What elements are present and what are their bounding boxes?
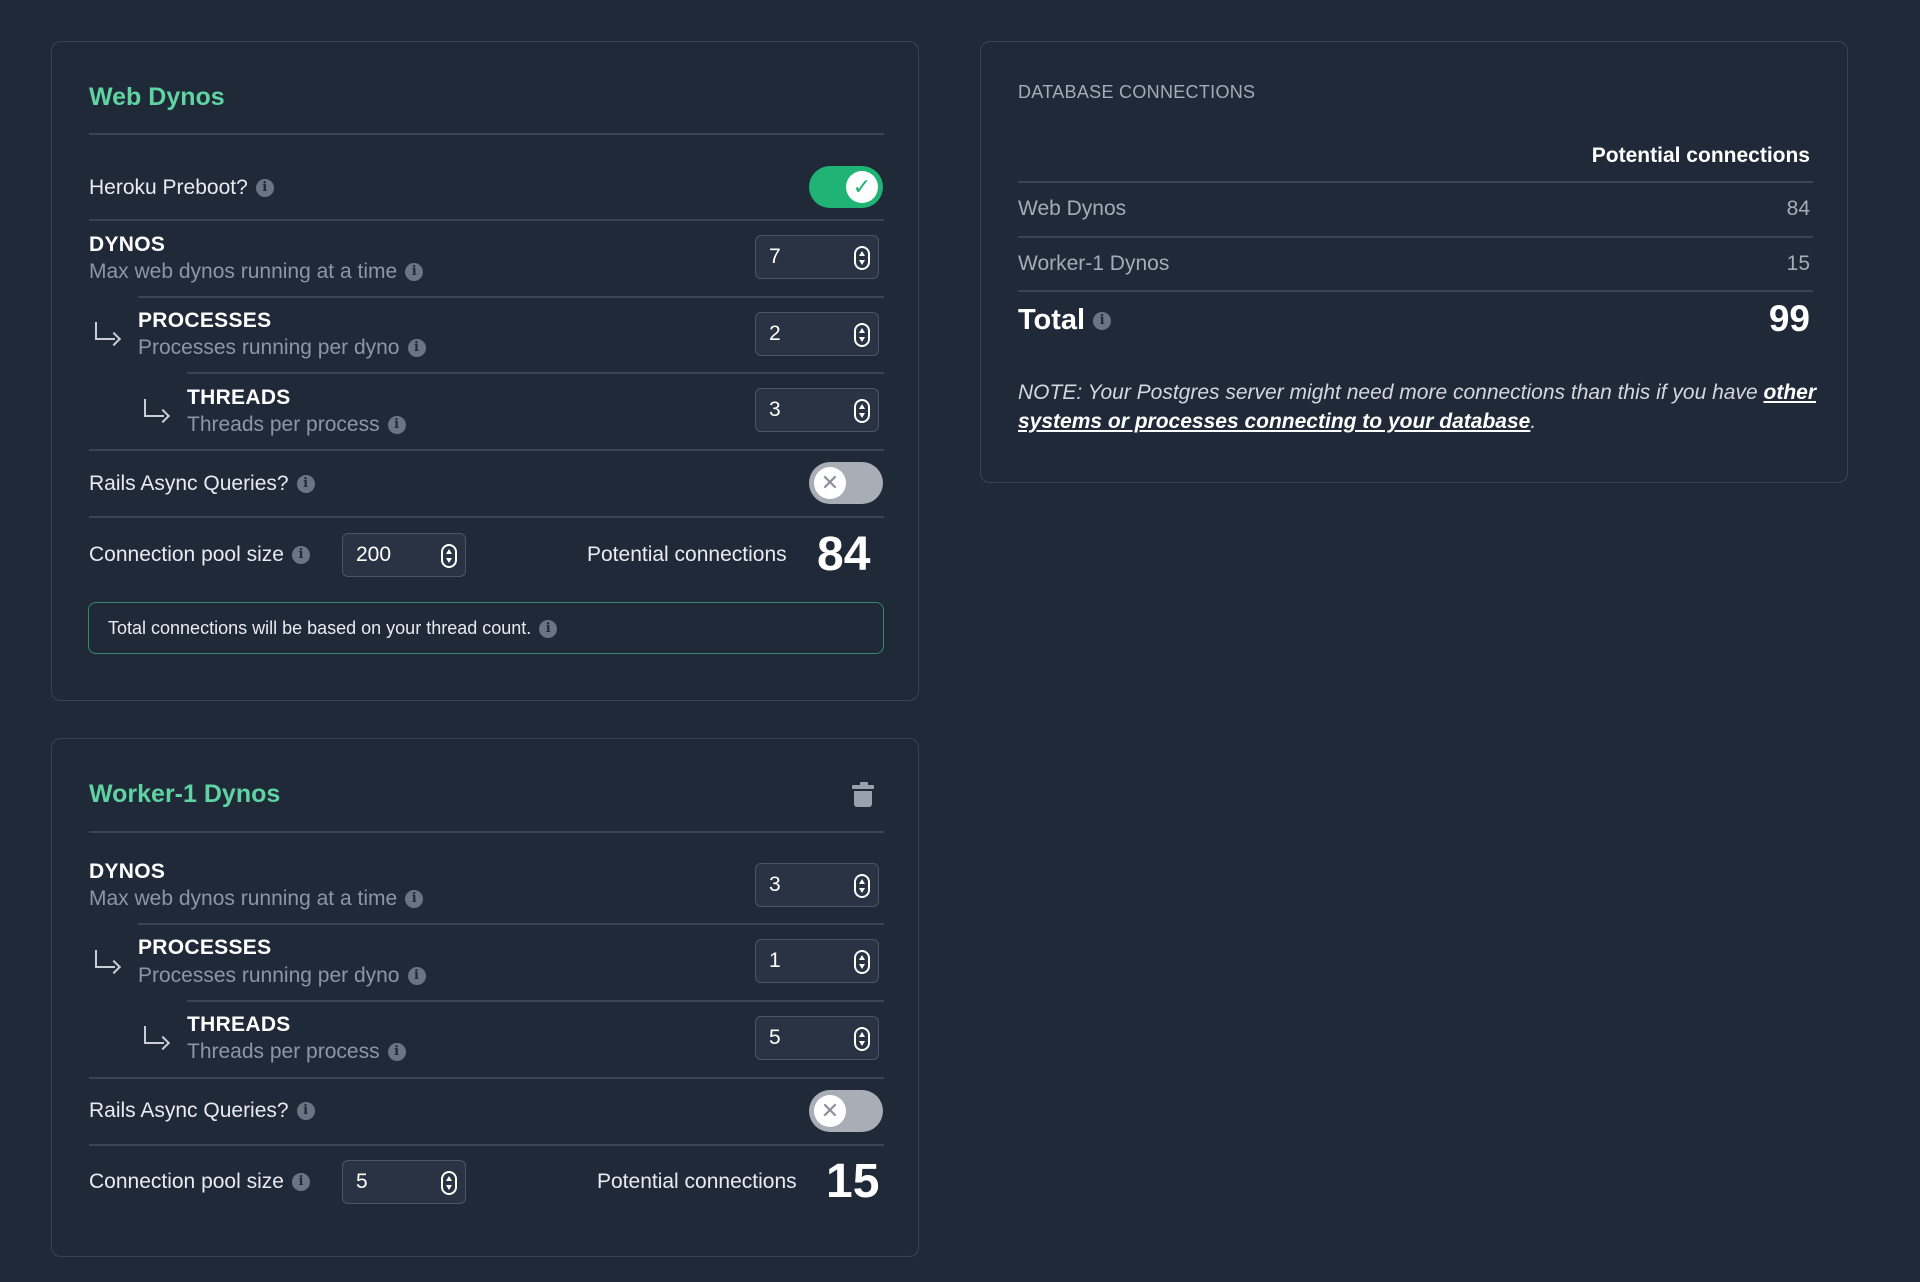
info-icon[interactable]: i xyxy=(291,1173,310,1192)
pool-size-input[interactable]: 200 xyxy=(342,533,466,577)
subitem-arrow-icon xyxy=(144,1026,164,1044)
subitem-arrow-icon xyxy=(144,399,164,417)
info-icon[interactable]: i xyxy=(296,475,315,494)
info-icon[interactable]: i xyxy=(405,263,424,282)
pool-size-input[interactable]: 5 xyxy=(342,1160,466,1204)
preboot-toggle[interactable]: ✓ xyxy=(809,166,883,208)
async-queries-toggle[interactable]: ✕ xyxy=(809,462,883,504)
database-connections-card: DATABASE CONNECTIONS Potential connectio… xyxy=(980,41,1848,483)
subitem-arrow-icon xyxy=(95,950,115,968)
async-queries-label: Rails Async Queries? i xyxy=(89,1099,315,1123)
postgres-note: NOTE: Your Postgres server might need mo… xyxy=(1018,381,1816,433)
dynos-label: DYNOS xyxy=(89,233,166,256)
dynos-sublabel: Max web dynos running at a time i xyxy=(89,260,424,284)
pool-size-label: Connection pool size i xyxy=(89,1170,310,1194)
info-icon[interactable]: i xyxy=(1093,312,1112,331)
check-icon: ✓ xyxy=(846,171,878,203)
stepper-icon[interactable] xyxy=(854,1027,870,1051)
info-icon[interactable]: i xyxy=(407,967,426,986)
potential-connections-column-header: Potential connections xyxy=(1591,144,1810,167)
potential-connections-value: 84 xyxy=(817,528,871,581)
divider xyxy=(1018,181,1813,183)
divider xyxy=(138,296,884,298)
info-icon[interactable]: i xyxy=(407,339,426,358)
close-icon: ✕ xyxy=(814,467,846,499)
database-connections-heading: DATABASE CONNECTIONS xyxy=(1018,82,1256,102)
worker-dynos-row-value: 15 xyxy=(1786,252,1810,275)
total-label: Total i xyxy=(1018,304,1112,337)
stepper-icon[interactable] xyxy=(854,874,870,898)
preboot-label: Heroku Preboot? i xyxy=(89,176,274,200)
divider xyxy=(138,923,884,925)
web-dynos-row-name: Web Dynos xyxy=(1018,197,1127,220)
stepper-icon[interactable] xyxy=(854,246,870,270)
async-queries-toggle[interactable]: ✕ xyxy=(809,1090,883,1132)
dynos-label: DYNOS xyxy=(89,860,166,883)
close-icon: ✕ xyxy=(814,1095,846,1127)
processes-sublabel: Processes running per dyno i xyxy=(138,964,426,988)
dynos-input[interactable]: 7 xyxy=(755,235,879,279)
threads-input[interactable]: 3 xyxy=(755,388,879,432)
web-dynos-title: Web Dynos xyxy=(89,83,225,111)
async-queries-label: Rails Async Queries? i xyxy=(89,472,315,496)
divider xyxy=(89,133,884,135)
web-dynos-card: Web Dynos Heroku Preboot? i ✓ DYNOS Max w… xyxy=(51,41,919,701)
threads-input[interactable]: 5 xyxy=(755,1016,879,1060)
worker-dynos-card: Worker-1 Dynos DYNOS Max web dynos runni… xyxy=(51,738,919,1257)
threads-sublabel: Threads per process i xyxy=(187,1040,406,1064)
potential-connections-value: 15 xyxy=(826,1155,880,1208)
info-icon[interactable]: i xyxy=(291,546,310,565)
info-icon[interactable]: i xyxy=(539,620,558,639)
divider xyxy=(89,516,884,518)
divider xyxy=(187,1000,884,1002)
worker-dynos-title: Worker-1 Dynos xyxy=(89,780,281,808)
processes-label: PROCESSES xyxy=(138,309,272,332)
info-icon[interactable]: i xyxy=(405,890,424,909)
dynos-input[interactable]: 3 xyxy=(755,863,879,907)
divider xyxy=(187,372,884,374)
web-dynos-row-value: 84 xyxy=(1786,197,1810,220)
thread-count-notice: Total connections will be based on your … xyxy=(88,602,884,654)
info-icon[interactable]: i xyxy=(296,1102,315,1121)
stepper-icon[interactable] xyxy=(441,544,457,568)
info-icon[interactable]: i xyxy=(255,179,274,198)
info-icon[interactable]: i xyxy=(387,416,406,435)
divider xyxy=(89,831,884,833)
processes-sublabel: Processes running per dyno i xyxy=(138,336,426,360)
stepper-icon[interactable] xyxy=(854,950,870,974)
processes-input[interactable]: 2 xyxy=(755,312,879,356)
divider xyxy=(89,449,884,451)
subitem-arrow-icon xyxy=(95,322,115,340)
trash-icon[interactable] xyxy=(852,782,874,808)
threads-sublabel: Threads per process i xyxy=(187,413,406,437)
potential-connections-label: Potential connections xyxy=(597,1170,797,1193)
stepper-icon[interactable] xyxy=(854,399,870,423)
stepper-icon[interactable] xyxy=(441,1171,457,1195)
potential-connections-label: Potential connections xyxy=(587,543,787,566)
divider xyxy=(89,219,884,221)
divider xyxy=(89,1144,884,1146)
divider xyxy=(1018,290,1813,292)
worker-dynos-row-name: Worker-1 Dynos xyxy=(1018,252,1170,275)
info-icon[interactable]: i xyxy=(387,1043,406,1062)
processes-input[interactable]: 1 xyxy=(755,939,879,983)
divider xyxy=(89,1077,884,1079)
pool-size-label: Connection pool size i xyxy=(89,543,310,567)
processes-label: PROCESSES xyxy=(138,936,272,959)
threads-label: THREADS xyxy=(187,1013,291,1036)
dynos-sublabel: Max web dynos running at a time i xyxy=(89,887,424,911)
threads-label: THREADS xyxy=(187,386,291,409)
total-value: 99 xyxy=(1768,298,1810,339)
divider xyxy=(1018,236,1813,238)
stepper-icon[interactable] xyxy=(854,323,870,347)
